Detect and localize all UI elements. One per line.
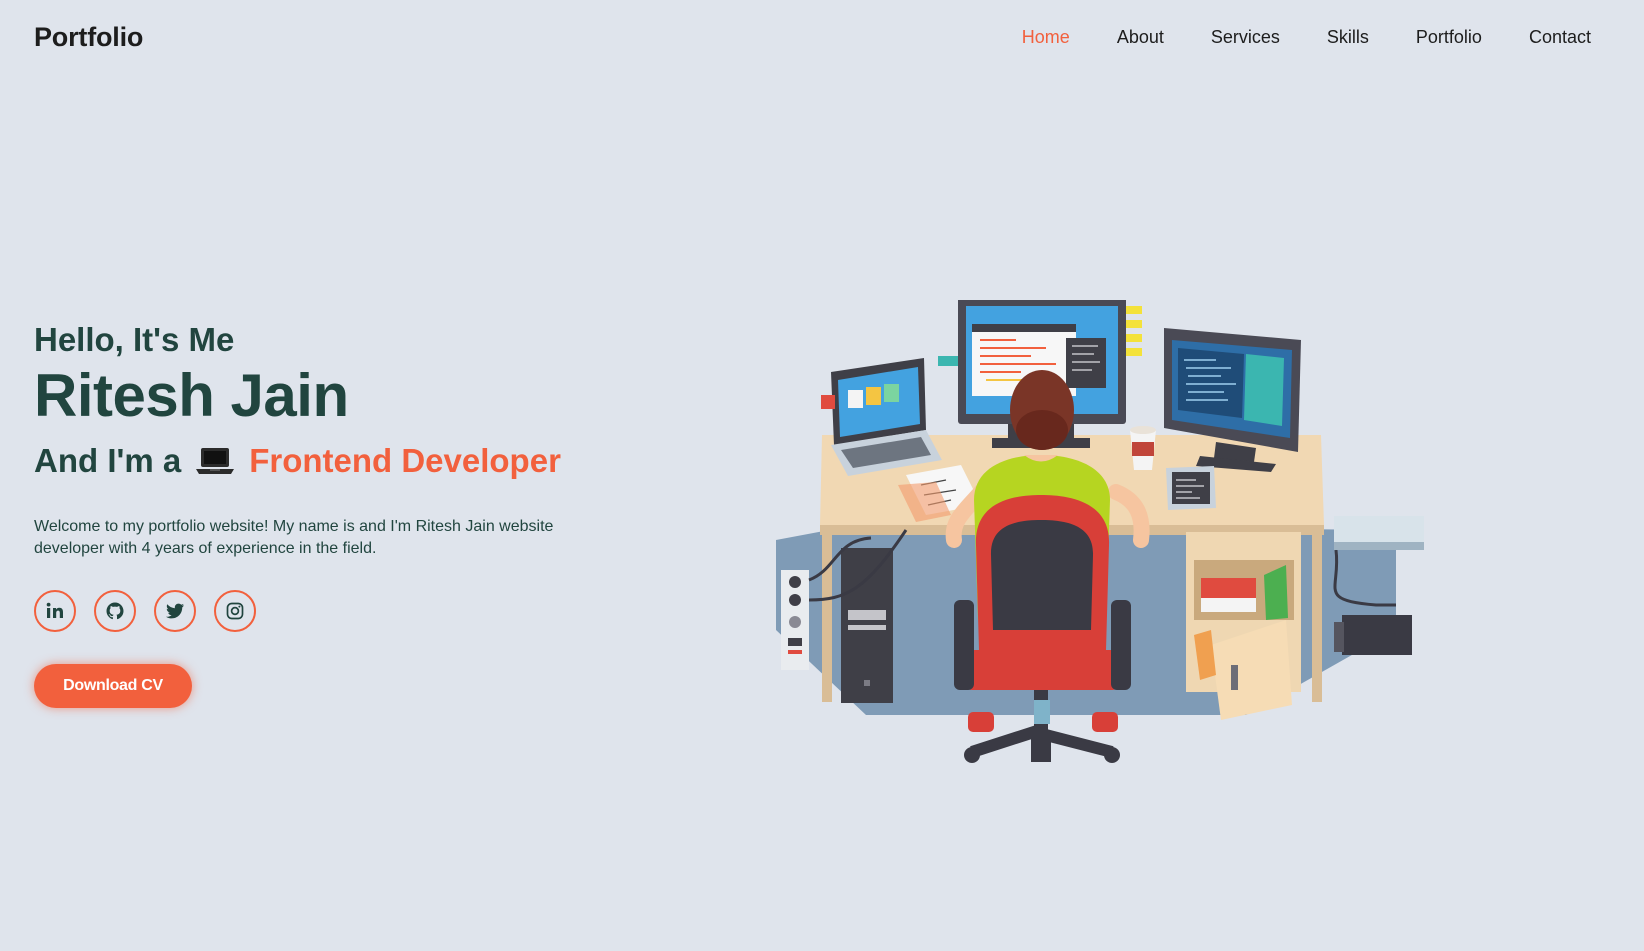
github-icon [106, 602, 124, 619]
twitter-link[interactable] [154, 589, 196, 632]
developer-illustration [776, 296, 1466, 790]
instagram-icon [226, 602, 244, 619]
hero-intro: Welcome to my portfolio website! My name… [34, 517, 554, 557]
nav-link-skills[interactable]: Skills [1327, 27, 1369, 48]
nav-link-portfolio[interactable]: Portfolio [1416, 27, 1482, 48]
nav-link-contact[interactable]: Contact [1529, 27, 1591, 48]
social-links [34, 589, 654, 632]
laptop-icon [195, 446, 235, 476]
instagram-link[interactable] [214, 589, 256, 632]
hero-role-line: And I'm a Frontend Developer [34, 442, 654, 480]
twitter-icon [166, 603, 184, 618]
hero-section: Hello, It's Me Ritesh Jain And I'm a Fro… [34, 321, 654, 708]
hero-greeting: Hello, It's Me [34, 321, 235, 358]
download-cv-button[interactable]: Download CV [34, 663, 192, 708]
navbar: Portfolio Home About Services Skills Por… [0, 0, 1644, 80]
linkedin-icon [46, 602, 63, 618]
linkedin-link[interactable] [34, 589, 76, 632]
github-link[interactable] [94, 589, 136, 632]
nav-links: Home About Services Skills Portfolio Con… [975, 27, 1591, 48]
nav-link-home[interactable]: Home [1022, 27, 1070, 48]
hero-name: Ritesh Jain [34, 362, 349, 430]
hero-role-prefix: And I'm a [34, 442, 182, 480]
site-logo[interactable]: Portfolio [34, 22, 143, 53]
nav-link-services[interactable]: Services [1211, 27, 1280, 48]
nav-link-about[interactable]: About [1117, 27, 1164, 48]
hero-role: Frontend Developer [249, 442, 561, 480]
